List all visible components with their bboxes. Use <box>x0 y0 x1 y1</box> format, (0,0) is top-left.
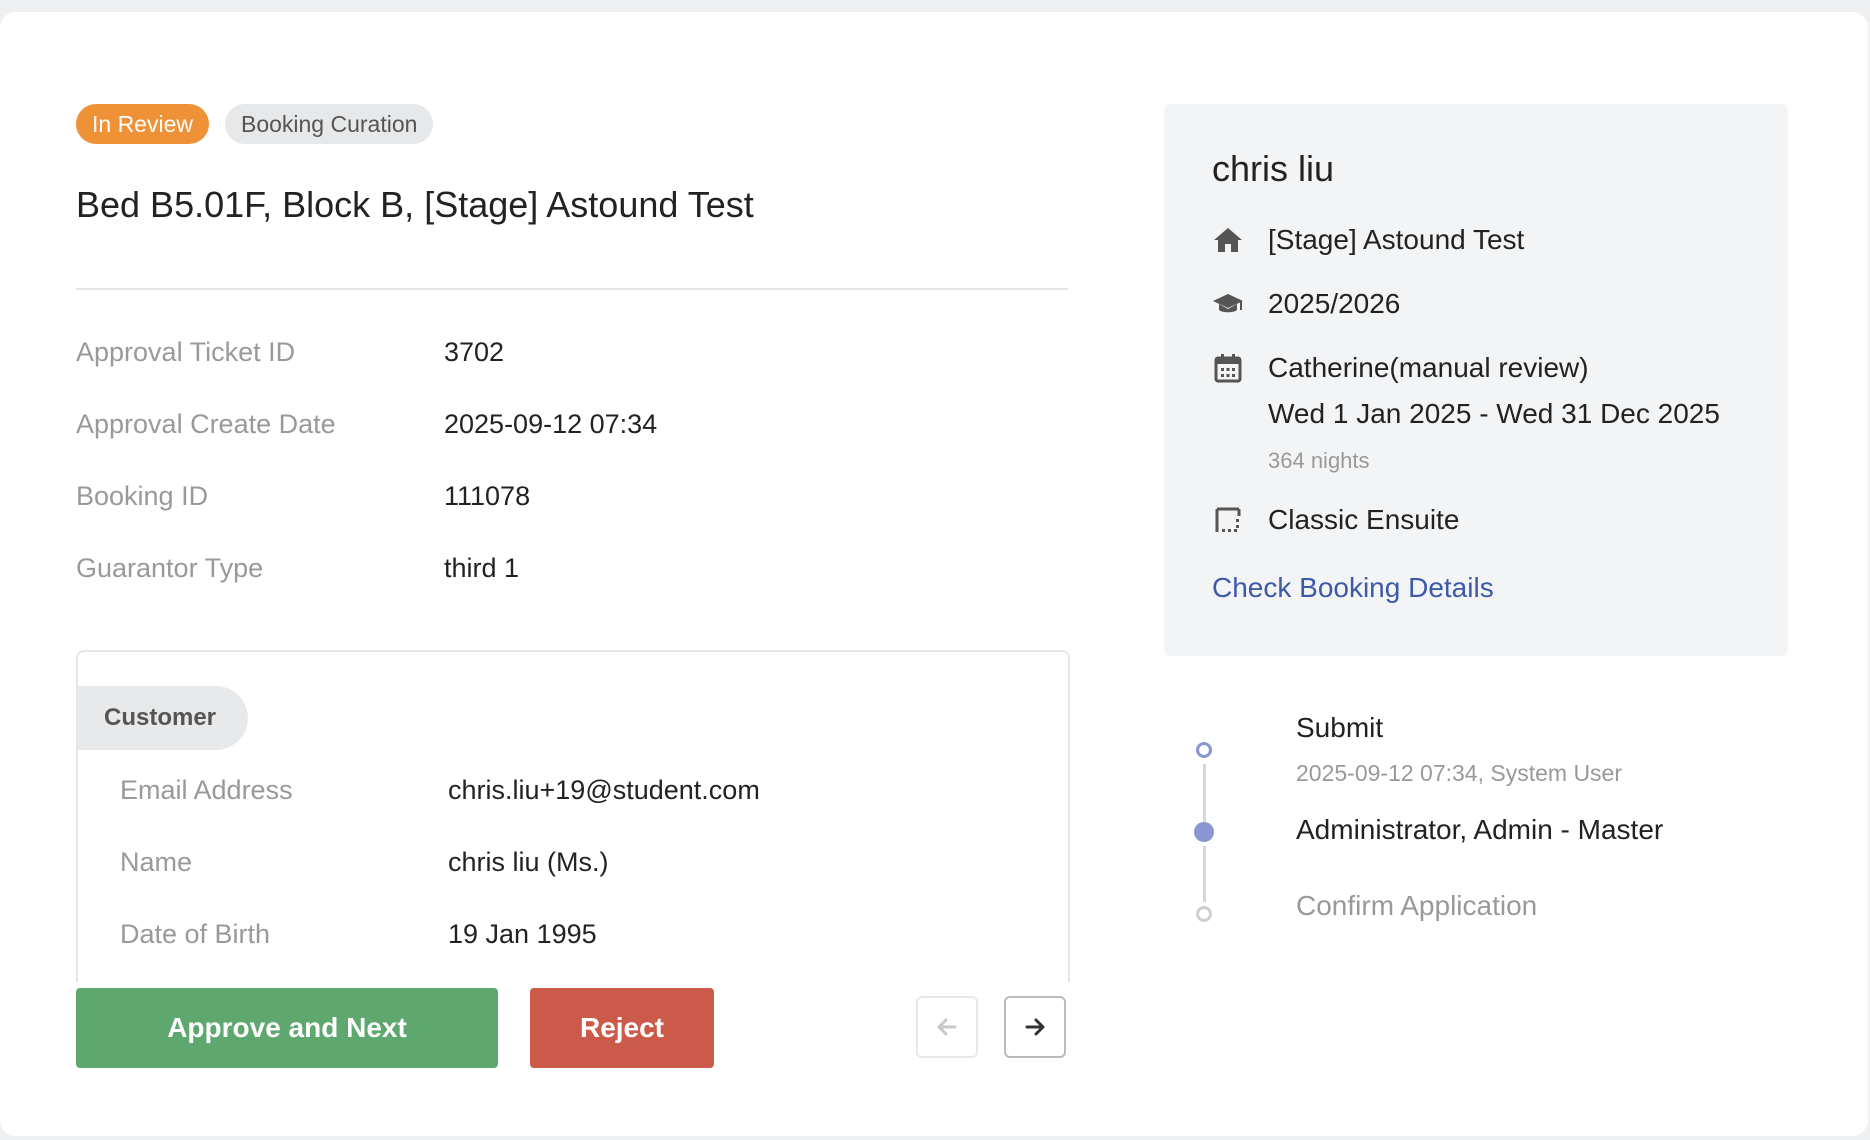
status-badge: In Review <box>76 104 209 144</box>
tenancy-row: Catherine(manual review) <box>1212 348 1589 388</box>
timeline-step-meta: 2025-09-12 07:34, System User <box>1296 760 1623 786</box>
booking-summary-panel: chris liu [Stage] Astound Test 2025/2026 <box>1164 104 1788 656</box>
room-type-row: Classic Ensuite <box>1212 500 1459 540</box>
timeline-step-title: Administrator, Admin - Master <box>1296 814 1664 845</box>
tenancy-nights: 364 nights <box>1268 448 1370 473</box>
property-name: [Stage] Astound Test <box>1268 224 1525 255</box>
graduation-cap-icon <box>1212 288 1244 320</box>
timeline-dot-current <box>1194 822 1214 842</box>
customer-row-email: Email Address chris.liu+19@student.com <box>120 770 760 810</box>
tenancy-dates: Wed 1 Jan 2025 - Wed 31 Dec 2025 <box>1268 398 1720 429</box>
customer-label: Name <box>120 846 193 877</box>
tag-group: In Review Booking Curation <box>76 104 434 144</box>
room-type: Classic Ensuite <box>1268 504 1460 535</box>
detail-value: 2025-09-12 07:34 <box>444 408 658 439</box>
timeline-dot-pending <box>1196 906 1212 922</box>
academic-year: 2025/2026 <box>1268 288 1401 319</box>
detail-row-booking-id: Booking ID 111078 <box>76 476 530 516</box>
previous-button[interactable] <box>916 996 978 1058</box>
detail-value: 111078 <box>444 480 531 511</box>
detail-label: Approval Create Date <box>76 408 336 439</box>
customer-value: chris liu (Ms.) <box>448 846 609 877</box>
timeline-connector <box>1203 846 1206 902</box>
customer-tab[interactable]: Customer <box>78 686 248 750</box>
academic-year-row: 2025/2026 <box>1212 284 1400 324</box>
customer-value: 19 Jan 1995 <box>448 918 597 949</box>
detail-value: third 1 <box>444 552 520 583</box>
customer-name: chris liu <box>1212 148 1335 189</box>
detail-row-ticket-id: Approval Ticket ID 3702 <box>76 332 504 372</box>
divider <box>76 288 1068 290</box>
approve-and-next-button[interactable]: Approve and Next <box>76 988 498 1068</box>
property-row: [Stage] Astound Test <box>1212 220 1524 260</box>
detail-value: 3702 <box>444 336 505 367</box>
timeline-step-title: Submit <box>1296 712 1384 743</box>
detail-row-create-date: Approval Create Date 2025-09-12 07:34 <box>76 404 657 444</box>
detail-label: Approval Ticket ID <box>76 336 296 367</box>
category-badge: Booking Curation <box>224 104 434 144</box>
customer-panel: Customer Email Address chris.liu+19@stud… <box>76 650 1070 982</box>
detail-row-guarantor-type: Guarantor Type third 1 <box>76 548 519 588</box>
room-icon <box>1212 504 1244 536</box>
timeline-step-title: Confirm Application <box>1296 890 1538 921</box>
detail-label: Booking ID <box>76 480 209 511</box>
arrow-right-icon <box>1025 1018 1045 1036</box>
arrow-left-icon <box>937 1018 957 1036</box>
customer-value: chris.liu+19@student.com <box>448 774 760 805</box>
page-title: Bed B5.01F, Block B, [Stage] Astound Tes… <box>76 184 754 225</box>
home-icon <box>1212 224 1244 256</box>
tenancy-name: Catherine(manual review) <box>1268 352 1589 383</box>
next-button[interactable] <box>1004 996 1066 1058</box>
customer-row-dob: Date of Birth 19 Jan 1995 <box>120 914 597 954</box>
reject-button[interactable]: Reject <box>530 988 714 1068</box>
customer-label: Date of Birth <box>120 918 271 949</box>
check-booking-details-link[interactable]: Check Booking Details <box>1212 572 1494 604</box>
calendar-icon <box>1212 352 1244 384</box>
detail-label: Guarantor Type <box>76 552 264 583</box>
approval-card: In Review Booking Curation Bed B5.01F, B… <box>0 12 1868 1136</box>
timeline-dot-done <box>1196 742 1212 758</box>
customer-row-name: Name chris liu (Ms.) <box>120 842 609 882</box>
customer-label: Email Address <box>120 774 293 805</box>
